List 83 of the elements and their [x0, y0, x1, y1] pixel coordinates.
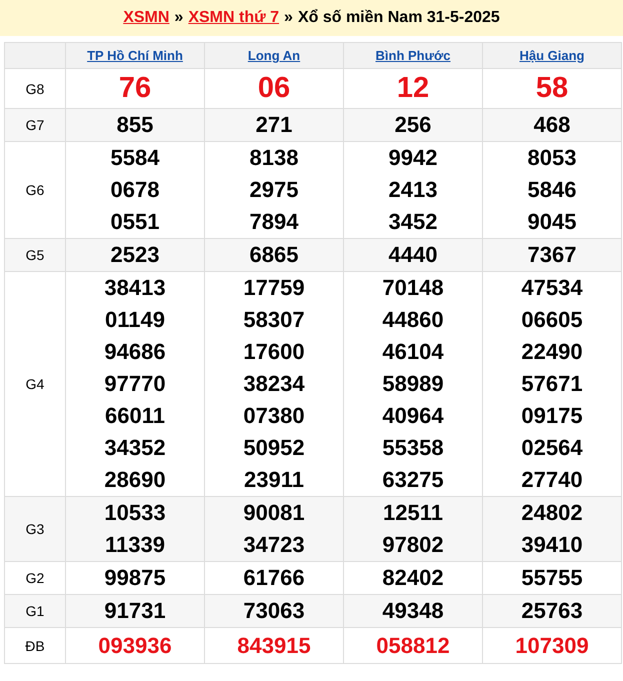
breadcrumb-link[interactable]: XSMN thứ 7	[188, 9, 280, 27]
lottery-number: 22490	[521, 338, 583, 366]
breadcrumb-separator: »	[174, 9, 184, 27]
lottery-number: 44860	[382, 306, 444, 334]
lottery-number: 97770	[104, 370, 166, 398]
lottery-number: 6865	[250, 241, 298, 269]
lottery-number: 38234	[243, 370, 305, 398]
lottery-number: 40964	[382, 402, 444, 430]
lottery-number: 49348	[382, 597, 444, 625]
lottery-number: 2413	[388, 176, 438, 204]
lottery-number: 34723	[243, 531, 305, 559]
lottery-number: 23911	[244, 466, 304, 494]
lottery-number: 38413	[104, 274, 166, 302]
breadcrumb-link[interactable]: XSMN	[123, 9, 170, 27]
lottery-number: 5846	[528, 176, 576, 204]
lottery-number: 50952	[243, 434, 305, 462]
lottery-number: 58307	[243, 306, 305, 334]
lottery-number: 3452	[388, 208, 438, 236]
lottery-number: 99875	[104, 564, 166, 592]
lottery-number: 91731	[104, 597, 166, 625]
lottery-number: 34352	[104, 434, 166, 462]
lottery-number: 57671	[521, 370, 583, 398]
lottery-number: 5584	[110, 144, 160, 172]
lottery-number: 63275	[382, 466, 444, 494]
lottery-number: 0551	[110, 208, 160, 236]
lottery-number: 7367	[528, 241, 576, 269]
lottery-number: 855	[116, 111, 154, 139]
page-title: Xổ số miền Nam 31-5-2025	[298, 9, 500, 27]
lottery-number: 47534	[521, 274, 583, 302]
lottery-number: 27740	[521, 466, 583, 494]
lottery-number: 11339	[105, 531, 165, 559]
lottery-number: 58	[536, 71, 568, 106]
lottery-number: 61766	[243, 564, 305, 592]
lottery-number: 25763	[521, 597, 583, 625]
lottery-number: 06605	[521, 306, 583, 334]
lottery-number: 2975	[250, 176, 298, 204]
lottery-number: 70148	[382, 274, 444, 302]
lottery-number: 17600	[243, 338, 305, 366]
lottery-number: 10533	[104, 499, 166, 527]
lottery-number: 55755	[521, 564, 583, 592]
lottery-number: 0678	[110, 176, 160, 204]
lottery-number: 107309	[515, 632, 589, 660]
lottery-number: 06	[258, 71, 290, 106]
prize-label: G3	[4, 496, 66, 562]
prize-label: G5	[4, 238, 66, 272]
lottery-number: 17759	[243, 274, 305, 302]
lottery-number: 39410	[521, 531, 583, 559]
lottery-number: 843915	[237, 632, 311, 660]
lottery-number: 9942	[388, 144, 438, 172]
lottery-number: 07380	[243, 402, 305, 430]
lottery-number: 90081	[243, 499, 305, 527]
lottery-number: 58989	[382, 370, 444, 398]
lottery-number: 271	[256, 111, 292, 139]
lottery-number: 9045	[528, 208, 576, 236]
lottery-number: 28690	[104, 466, 166, 494]
prize-label: G7	[4, 108, 66, 142]
lottery-number: 01149	[105, 306, 165, 334]
lottery-number: 55358	[382, 434, 444, 462]
prize-label: G1	[4, 594, 66, 628]
lottery-number: 46104	[382, 338, 444, 366]
lottery-number: 8138	[250, 144, 298, 172]
lottery-number: 058812	[376, 632, 450, 660]
lottery-number: 2523	[110, 241, 160, 269]
breadcrumb-separator: »	[284, 9, 293, 27]
lottery-number: 256	[394, 111, 432, 139]
lottery-number: 76	[118, 71, 152, 106]
lottery-number: 4440	[388, 241, 438, 269]
lottery-number: 12511	[383, 499, 443, 527]
lottery-number: 02564	[521, 434, 583, 462]
lottery-number: 09175	[521, 402, 583, 430]
prize-label: ĐB	[4, 628, 66, 664]
lottery-number: 24802	[521, 499, 583, 527]
lottery-number: 94686	[104, 338, 166, 366]
lottery-number: 73063	[243, 597, 305, 625]
prize-label: G4	[4, 272, 66, 496]
lottery-number: 66011	[105, 402, 165, 430]
lottery-number: 97802	[382, 531, 444, 559]
lottery-number: 82402	[382, 564, 444, 592]
lottery-number: 7894	[250, 208, 298, 236]
lottery-number: 8053	[528, 144, 576, 172]
lottery-number: 468	[534, 111, 570, 139]
lottery-number: 12	[396, 71, 430, 106]
lottery-number: 093936	[98, 632, 172, 660]
